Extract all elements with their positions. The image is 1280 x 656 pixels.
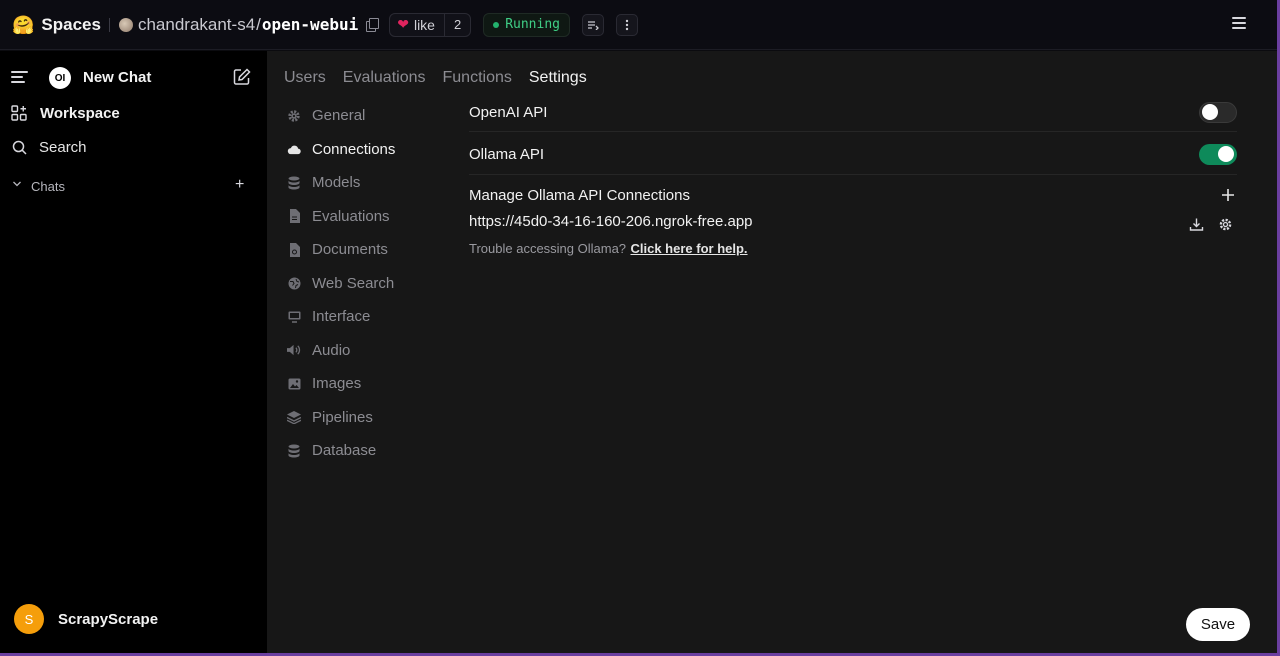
- status-dot-icon: [493, 21, 500, 28]
- settings-nav: General Connections Models Evaluations D…: [287, 99, 395, 468]
- admin-tabs: Users Evaluations Functions Settings: [284, 69, 604, 87]
- hugging-face-logo-icon[interactable]: 🤗: [12, 15, 34, 35]
- settings-nav-label: Documents: [312, 241, 388, 259]
- save-button[interactable]: Save: [1186, 608, 1250, 641]
- settings-nav-label: Web Search: [312, 274, 395, 292]
- repo-name-link[interactable]: open-webui: [262, 15, 358, 34]
- database-icon: [287, 444, 301, 458]
- sidebar: OI New Chat Workspace Search Chats + S S…: [0, 51, 267, 653]
- like-count[interactable]: 2: [443, 13, 470, 36]
- document-icon: [287, 209, 301, 224]
- settings-nav-label: Evaluations: [312, 207, 390, 225]
- speaker-icon: [287, 343, 301, 357]
- globe-icon: [287, 276, 301, 290]
- settings-nav-label: General: [312, 107, 366, 125]
- ollama-api-row: Ollama API: [469, 132, 1237, 175]
- add-connection-icon[interactable]: [1221, 188, 1235, 202]
- open-webui-logo[interactable]: OI: [49, 67, 71, 89]
- monitor-icon: [287, 310, 301, 324]
- heart-icon: ❤: [397, 16, 409, 32]
- connection-url[interactable]: https://45d0-34-16-160-206.ngrok-free.ap…: [469, 213, 753, 230]
- settings-nav-images[interactable]: Images: [287, 367, 395, 401]
- tab-users[interactable]: Users: [284, 69, 326, 87]
- manage-connections-header: Manage Ollama API Connections: [469, 175, 1237, 211]
- top-bar: 🤗 Spaces chandrakant-s4 / open-webui ❤ l…: [0, 0, 1277, 50]
- ollama-api-toggle[interactable]: [1199, 143, 1237, 165]
- tab-functions[interactable]: Functions: [443, 69, 512, 87]
- workspace-link[interactable]: Workspace: [40, 105, 120, 122]
- settings-nav-label: Connections: [312, 140, 396, 158]
- openai-api-toggle[interactable]: [1199, 101, 1237, 123]
- image-icon: [287, 377, 301, 391]
- settings-nav-audio[interactable]: Audio: [287, 334, 395, 368]
- new-chat-edit-icon[interactable]: [232, 67, 252, 87]
- status-badge[interactable]: Running: [483, 12, 570, 37]
- spaces-link[interactable]: Spaces: [41, 15, 101, 35]
- connection-actions: [1189, 217, 1233, 232]
- openai-api-label: OpenAI API: [469, 103, 548, 121]
- tab-settings[interactable]: Settings: [529, 69, 587, 87]
- new-chat-link[interactable]: New Chat: [83, 69, 151, 86]
- settings-nav-web-search[interactable]: Web Search: [287, 267, 395, 301]
- settings-nav-label: Audio: [312, 341, 351, 359]
- user-name[interactable]: ScrapyScrape: [58, 611, 158, 628]
- logs-icon: [588, 20, 599, 30]
- connections-panel: OpenAI API Ollama API Manage Ollama API …: [469, 93, 1237, 258]
- connection-row: https://45d0-34-16-160-206.ngrok-free.ap…: [469, 211, 1237, 231]
- layers-icon: [287, 410, 301, 424]
- database-icon: [287, 176, 301, 190]
- manage-connections-label: Manage Ollama API Connections: [469, 186, 690, 204]
- owner-link[interactable]: chandrakant-s4: [138, 15, 255, 35]
- settings-nav-interface[interactable]: Interface: [287, 300, 395, 334]
- copy-icon[interactable]: [366, 18, 380, 32]
- settings-nav-label: Pipelines: [312, 408, 373, 426]
- settings-nav-label: Database: [312, 442, 377, 460]
- tab-evaluations[interactable]: Evaluations: [343, 69, 426, 87]
- settings-gear-icon[interactable]: [1218, 217, 1233, 232]
- owner-avatar: [118, 17, 133, 32]
- settings-nav-database[interactable]: Database: [287, 434, 395, 468]
- like-label: like: [413, 16, 435, 33]
- divider: [108, 17, 110, 32]
- main-panel: Users Evaluations Functions Settings Gen…: [267, 51, 1277, 653]
- openai-api-row: OpenAI API: [469, 93, 1237, 132]
- file-icon: [287, 242, 301, 257]
- add-folder-icon[interactable]: +: [235, 177, 244, 193]
- hamburger-menu-icon[interactable]: [1232, 17, 1246, 29]
- download-icon[interactable]: [1189, 217, 1204, 232]
- like-button[interactable]: ❤ like 2: [389, 12, 472, 37]
- user-avatar[interactable]: S: [14, 604, 44, 634]
- workspace-icon: [11, 105, 27, 121]
- help-link[interactable]: Click here for help.: [631, 241, 748, 256]
- ollama-api-label: Ollama API: [469, 145, 545, 163]
- gear-icon: [287, 109, 301, 123]
- help-text-row: Trouble accessing Ollama? Click here for…: [469, 240, 1237, 258]
- search-link[interactable]: Search: [39, 139, 87, 156]
- settings-nav-evaluations[interactable]: Evaluations: [287, 200, 395, 234]
- cloud-icon: [287, 142, 301, 156]
- more-options-button[interactable]: [616, 13, 638, 36]
- path-separator: /: [256, 14, 261, 34]
- sidebar-toggle-icon[interactable]: [11, 71, 28, 83]
- search-icon: [12, 140, 27, 155]
- chats-folder-label[interactable]: Chats: [31, 179, 65, 194]
- logs-button[interactable]: [582, 13, 604, 36]
- more-vertical-icon: [625, 19, 629, 30]
- settings-nav-models[interactable]: Models: [287, 166, 395, 200]
- chevron-down-icon[interactable]: [12, 179, 22, 189]
- settings-nav-label: Interface: [312, 308, 371, 326]
- settings-nav-pipelines[interactable]: Pipelines: [287, 401, 395, 435]
- settings-nav-connections[interactable]: Connections: [287, 133, 395, 167]
- help-text: Trouble accessing Ollama?: [469, 241, 627, 256]
- settings-nav-general[interactable]: General: [287, 99, 395, 133]
- settings-nav-documents[interactable]: Documents: [287, 233, 395, 267]
- status-label: Running: [505, 17, 560, 32]
- settings-nav-label: Models: [312, 174, 361, 192]
- settings-nav-label: Images: [312, 375, 362, 393]
